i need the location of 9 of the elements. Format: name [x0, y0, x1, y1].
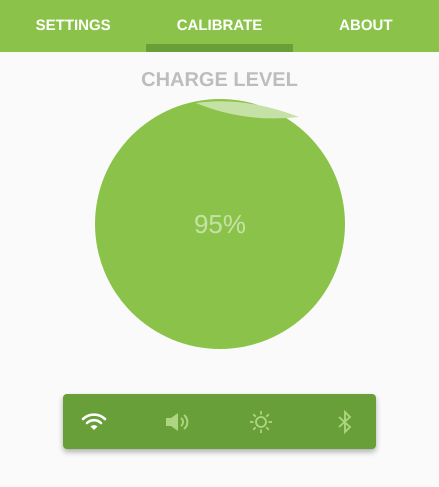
tab[interactable]: SETTINGS: [0, 0, 146, 52]
tab[interactable]: CALIBRATE: [146, 0, 293, 52]
section-title: CHARGE LEVEL: [141, 68, 298, 92]
wifi-icon: [81, 412, 107, 432]
speaker-icon: [164, 412, 191, 432]
brightness-icon: [249, 410, 274, 434]
bluetooth-icon: [338, 410, 352, 434]
tab[interactable]: ABOUT: [292, 0, 439, 52]
charge-reading: 95%: [193, 209, 246, 239]
